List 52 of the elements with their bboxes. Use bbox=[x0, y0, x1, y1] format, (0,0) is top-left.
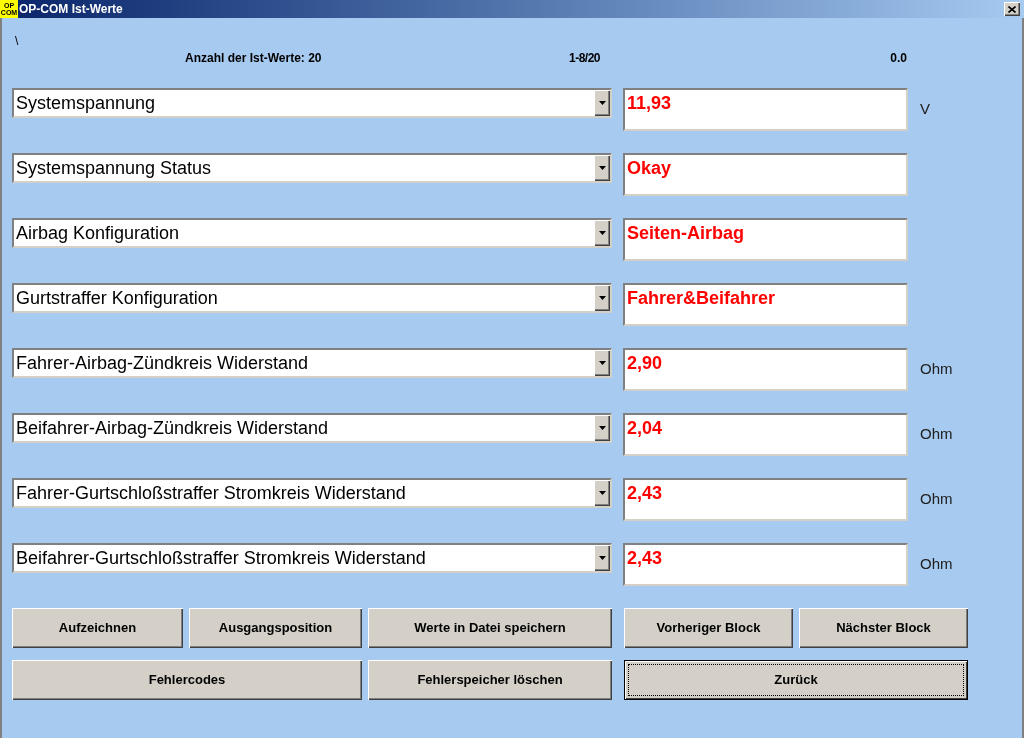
dropdown-button[interactable] bbox=[594, 350, 610, 376]
dropdown-button[interactable] bbox=[594, 285, 610, 311]
action-button[interactable]: Aufzeichnen bbox=[12, 608, 183, 648]
dropdown-button[interactable] bbox=[594, 220, 610, 246]
action-button[interactable]: Nächster Block bbox=[799, 608, 968, 648]
caret-down-icon bbox=[598, 426, 606, 430]
caret-down-icon bbox=[598, 101, 606, 105]
parameter-dropdown[interactable]: Systemspannung bbox=[12, 88, 612, 118]
value-display: Okay bbox=[623, 153, 908, 196]
unit-label: Ohm bbox=[920, 424, 953, 445]
unit-label: Ohm bbox=[920, 359, 953, 380]
action-button[interactable]: Werte in Datei speichern bbox=[368, 608, 612, 648]
value-display: 2,04 bbox=[623, 413, 908, 456]
parameter-dropdown[interactable]: Fahrer-Airbag-Zündkreis Widerstand bbox=[12, 348, 612, 378]
close-button[interactable] bbox=[1004, 2, 1020, 16]
parameter-dropdown[interactable]: Gurtstraffer Konfiguration bbox=[12, 283, 612, 313]
page-range: 1-8/20 bbox=[568, 50, 600, 67]
caret-down-icon bbox=[598, 361, 606, 365]
time-reading: 0.0 bbox=[890, 50, 907, 67]
caret-down-icon bbox=[598, 296, 606, 300]
caret-down-icon bbox=[598, 166, 606, 170]
caret-down-icon bbox=[598, 231, 606, 235]
value-display: 2,43 bbox=[623, 478, 908, 521]
action-button[interactable]: Zurück bbox=[624, 660, 968, 700]
value-display: Fahrer&Beifahrer bbox=[623, 283, 908, 326]
action-button[interactable]: Fehlercodes bbox=[12, 660, 362, 700]
action-button[interactable]: Ausgangsposition bbox=[189, 608, 362, 648]
unit-label: V bbox=[920, 99, 930, 120]
action-button[interactable]: Fehlerspeicher löschen bbox=[368, 660, 612, 700]
value-display: 2,43 bbox=[623, 543, 908, 586]
value-count-label: Anzahl der Ist-Werte: 20 bbox=[185, 50, 322, 67]
window-title: OP-COM Ist-Werte bbox=[19, 1, 123, 18]
caret-down-icon bbox=[598, 556, 606, 560]
dropdown-button[interactable] bbox=[594, 480, 610, 506]
caret-down-icon bbox=[598, 491, 606, 495]
action-button[interactable]: Vorheriger Block bbox=[624, 608, 793, 648]
parameter-dropdown[interactable]: Beifahrer-Airbag-Zündkreis Widerstand bbox=[12, 413, 612, 443]
dropdown-button[interactable] bbox=[594, 545, 610, 571]
dropdown-button[interactable] bbox=[594, 415, 610, 441]
parameter-dropdown[interactable]: Airbag Konfiguration bbox=[12, 218, 612, 248]
parameter-dropdown[interactable]: Systemspannung Status bbox=[12, 153, 612, 183]
parameter-dropdown[interactable]: Beifahrer-Gurtschloßstraffer Stromkreis Widerstand bbox=[12, 543, 612, 573]
unit-label: Ohm bbox=[920, 489, 953, 510]
dropdown-button[interactable] bbox=[594, 155, 610, 181]
value-display: 2,90 bbox=[623, 348, 908, 391]
path-text: \ bbox=[15, 34, 19, 48]
value-display: 11,93 bbox=[623, 88, 908, 131]
unit-label: Ohm bbox=[920, 554, 953, 575]
parameter-dropdown[interactable]: Fahrer-Gurtschloßstraffer Stromkreis Widerstand bbox=[12, 478, 612, 508]
close-icon bbox=[1008, 5, 1016, 13]
dropdown-button[interactable] bbox=[594, 90, 610, 116]
value-display: Seiten-Airbag bbox=[623, 218, 908, 261]
